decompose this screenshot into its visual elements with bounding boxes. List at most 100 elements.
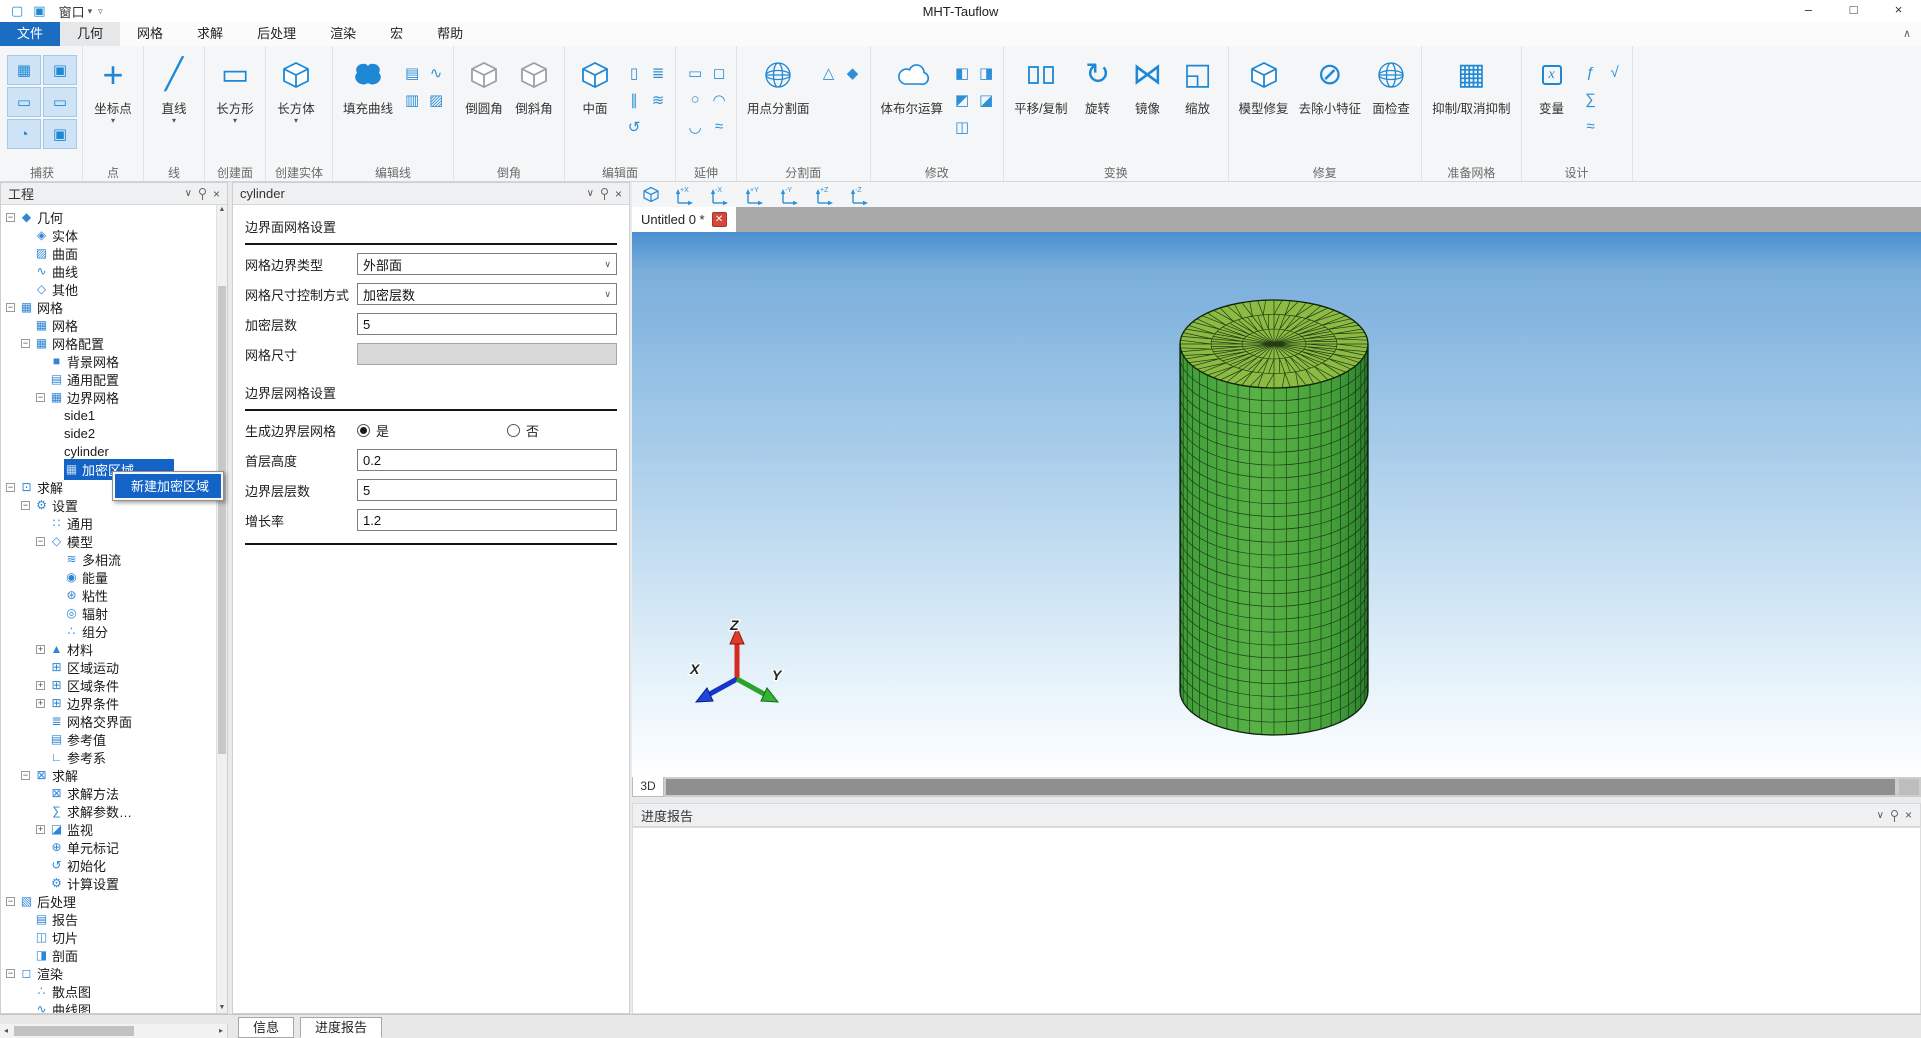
ribbon-button[interactable]: ◱缩放 — [1173, 47, 1223, 127]
tree-item-材料[interactable]: +▲材料 — [1, 640, 227, 658]
small-tool-button[interactable]: ◧ — [950, 59, 974, 86]
menu-tab-宏[interactable]: 宏 — [373, 22, 420, 46]
collapse-box-icon[interactable]: − — [36, 393, 45, 402]
bottom-tab-进度报告[interactable]: 进度报告 — [300, 1017, 382, 1038]
tree-item-实体[interactable]: ◈实体 — [1, 226, 227, 244]
viewport-3d[interactable]: Z X Y — [632, 232, 1921, 777]
scrollbar-thumb[interactable] — [218, 286, 226, 755]
minimize-button[interactable]: – — [1786, 0, 1831, 22]
cylinder-mesh-model[interactable]: Z X Y — [632, 232, 1921, 777]
menu-tab-渲染[interactable]: 渲染 — [313, 22, 373, 46]
tree-item-散点图[interactable]: ∴散点图 — [1, 982, 227, 1000]
menu-tab-帮助[interactable]: 帮助 — [420, 22, 480, 46]
snap-button[interactable]: ▦ — [7, 55, 41, 85]
collapse-box-icon[interactable]: − — [6, 213, 15, 222]
input-加密层数[interactable] — [357, 313, 617, 335]
small-tool-button[interactable]: ◻ — [707, 59, 731, 86]
bottom-tab-信息[interactable]: 信息 — [238, 1017, 294, 1038]
ribbon-button[interactable]: 长方体▾ — [271, 47, 321, 127]
view-button--Z[interactable]: -Z — [846, 185, 872, 205]
panel-collapse-icon[interactable]: ∨ — [185, 188, 192, 199]
input-增长率[interactable] — [357, 509, 617, 531]
tree-item-side2[interactable]: side2 — [1, 424, 227, 442]
panel-collapse-icon[interactable]: ∨ — [1877, 810, 1884, 821]
text-input[interactable] — [363, 317, 611, 332]
view-button--Y[interactable]: -Y — [776, 185, 802, 205]
snap-button[interactable]: ▣ — [43, 55, 77, 85]
tree-item-通用配置[interactable]: ▤通用配置 — [1, 370, 227, 388]
text-input[interactable] — [363, 513, 611, 528]
window-menu-caret-icon[interactable]: ▾ — [88, 6, 93, 17]
tree-item-计算设置[interactable]: ⚙计算设置 — [1, 874, 227, 892]
collapse-box-icon[interactable]: − — [6, 303, 15, 312]
panel-pin-icon[interactable] — [199, 188, 206, 195]
quick-save-icon[interactable]: ▣ — [33, 0, 45, 22]
small-tool-button[interactable]: ◆ — [841, 59, 865, 86]
select-网格尺寸控制方式[interactable]: 加密层数∨ — [357, 283, 617, 305]
tree-item-粘性[interactable]: ⊛粘性 — [1, 586, 227, 604]
small-tool-button[interactable]: ◡ — [683, 113, 707, 140]
ribbon-button[interactable]: +坐标点▾ — [88, 47, 138, 127]
ribbon-button[interactable]: 填充曲线 — [338, 47, 398, 127]
scrollbar-end-button[interactable] — [1899, 779, 1919, 795]
small-tool-button[interactable]: ▤ — [400, 59, 424, 86]
ribbon-button[interactable]: 平移/复制 — [1009, 47, 1072, 127]
snap-button[interactable]: ▣ — [43, 119, 77, 149]
tree-item-单元标记[interactable]: ⊕单元标记 — [1, 838, 227, 856]
tree-item-曲面[interactable]: ▨曲面 — [1, 244, 227, 262]
tree-item-side1[interactable]: side1 — [1, 406, 227, 424]
tree-item-几何[interactable]: −◆几何 — [1, 208, 227, 226]
small-tool-button[interactable]: ≈ — [707, 113, 731, 140]
view-3d-tab[interactable]: 3D — [632, 777, 664, 797]
ribbon-button[interactable]: ↻旋转 — [1073, 47, 1123, 127]
quick-new-icon[interactable]: ▢ — [11, 0, 23, 22]
tree-item-body[interactable]: side1 — [64, 407, 99, 424]
small-tool-button[interactable]: ◩ — [950, 86, 974, 113]
tree-item-body[interactable]: ∿曲线图 — [34, 999, 95, 1014]
tree-item-区域条件[interactable]: +⊞区域条件 — [1, 676, 227, 694]
expand-box-icon[interactable]: + — [36, 825, 45, 834]
menu-tab-几何[interactable]: 几何 — [60, 22, 120, 46]
small-tool-button[interactable]: √ — [1603, 59, 1627, 86]
panel-collapse-icon[interactable]: ∨ — [587, 188, 594, 199]
expand-box-icon[interactable]: + — [36, 645, 45, 654]
collapse-box-icon[interactable]: − — [21, 771, 30, 780]
window-menu[interactable]: 窗口 — [59, 2, 85, 21]
menu-tab-文件[interactable]: 文件 — [0, 22, 60, 46]
panel-pin-icon[interactable] — [1891, 810, 1898, 817]
tree-item-其他[interactable]: ◇其他 — [1, 280, 227, 298]
small-tool-button[interactable]: ◠ — [707, 86, 731, 113]
small-tool-button[interactable]: △ — [817, 59, 841, 86]
small-tool-button[interactable]: ◪ — [974, 86, 998, 113]
radio-否[interactable] — [507, 424, 520, 437]
tree-item-body[interactable]: ▦边界网格 — [49, 387, 123, 408]
tree-vertical-scrollbar[interactable]: ▲ ▼ — [216, 205, 227, 1013]
ribbon-button[interactable]: ▦抑制/取消抑制 — [1427, 47, 1515, 127]
small-tool-button[interactable]: ∑ — [1579, 86, 1603, 113]
input-首层高度[interactable] — [357, 449, 617, 471]
tree-item-曲线[interactable]: ∿曲线 — [1, 262, 227, 280]
tree-item-body[interactable]: side2 — [64, 425, 99, 442]
panel-pin-icon[interactable] — [601, 188, 608, 195]
input-边界层层数[interactable] — [357, 479, 617, 501]
scroll-left-icon[interactable]: ◂ — [0, 1024, 12, 1038]
collapse-box-icon[interactable]: − — [6, 483, 15, 492]
small-tool-button[interactable]: ƒ — [1579, 59, 1603, 86]
tree-item-网格交界面[interactable]: ≣网格交界面 — [1, 712, 227, 730]
tree-item-能量[interactable]: ◉能量 — [1, 568, 227, 586]
menu-tab-求解[interactable]: 求解 — [180, 22, 240, 46]
small-tool-button[interactable]: ○ — [683, 86, 707, 113]
quick-access-customize-icon[interactable]: ▿ — [98, 6, 103, 17]
view-button-+Y[interactable]: +Y — [741, 185, 767, 205]
expand-box-icon[interactable]: + — [36, 681, 45, 690]
menu-tab-网格[interactable]: 网格 — [120, 22, 180, 46]
ribbon-button[interactable]: x变量 — [1527, 47, 1577, 127]
ribbon-button[interactable]: ⊘去除小特征 — [1294, 47, 1367, 127]
collapse-box-icon[interactable]: − — [21, 339, 30, 348]
ribbon-button[interactable]: ⋈镜像 — [1123, 47, 1173, 127]
small-tool-button[interactable]: ◫ — [950, 113, 974, 140]
select-网格边界类型[interactable]: 外部面∨ — [357, 253, 617, 275]
tree-item-背景网格[interactable]: ■背景网格 — [1, 352, 227, 370]
menu-tab-后处理[interactable]: 后处理 — [240, 22, 313, 46]
tree-item-报告[interactable]: ▤报告 — [1, 910, 227, 928]
